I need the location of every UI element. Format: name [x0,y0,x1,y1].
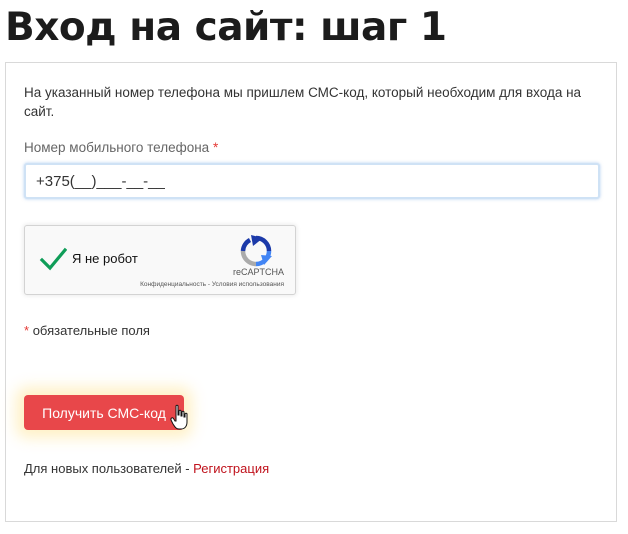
recaptcha-widget: Я не робот reCAPTCHA Конфиденциальность … [24,225,296,295]
register-link[interactable]: Регистрация [193,461,269,476]
captcha-label: Я не робот [72,251,138,266]
new-users-text: Для новых пользователей - [24,461,194,476]
privacy-link[interactable]: Конфиденциальность [140,281,206,288]
page-title: Вход на сайт: шаг 1 [5,5,447,50]
phone-label-text: Номер мобильного телефона [24,140,210,155]
phone-field-label: Номер мобильного телефона * [24,140,218,155]
recaptcha-logo-icon [240,235,272,267]
checkmark-icon[interactable] [39,245,67,273]
get-sms-code-button[interactable]: Получить СМС-код [24,395,184,430]
required-asterisk: * [212,140,219,155]
new-users-line: Для новых пользователей - Регистрация [24,461,269,476]
recaptcha-brand: reCAPTCHA [232,267,284,277]
required-note-text: обязательные поля [32,323,150,338]
required-fields-note: * обязательные поля [24,323,150,338]
hand-cursor-icon [170,404,188,430]
login-form-card: На указанный номер телефона мы пришлем С… [5,62,617,522]
captcha-links: Конфиденциальность - Условия использован… [140,281,284,288]
phone-input[interactable] [24,163,600,199]
intro-text: На указанный номер телефона мы пришлем С… [24,85,582,119]
required-note-asterisk: * [24,323,30,338]
terms-link[interactable]: Условия использования [212,281,284,288]
